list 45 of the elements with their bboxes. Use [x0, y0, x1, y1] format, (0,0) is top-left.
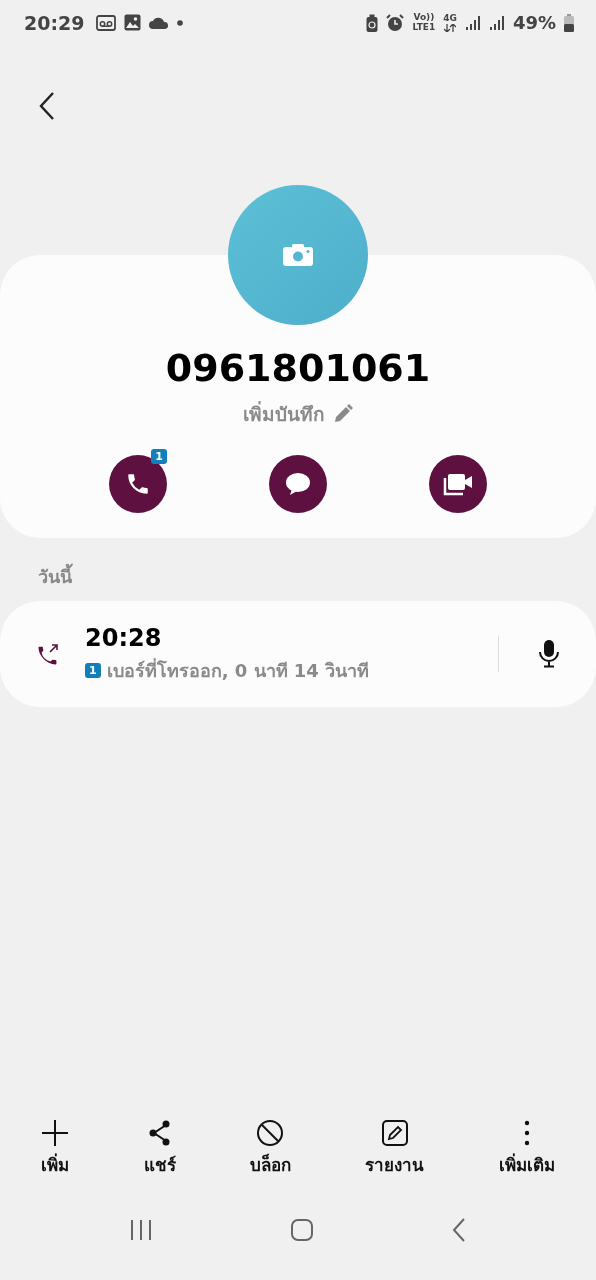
signal-icon — [488, 14, 505, 31]
call-time: 20:28 — [85, 623, 162, 652]
lte-label: LTE1 — [412, 23, 436, 32]
plus-icon — [41, 1119, 70, 1147]
camera-icon — [283, 244, 313, 266]
back-icon — [38, 91, 56, 121]
more-icon — [523, 1119, 530, 1147]
battery-saver-icon — [366, 13, 379, 32]
chat-bubble-icon — [284, 470, 312, 498]
sim-badge: 1 — [151, 449, 167, 464]
video-camera-icon — [443, 472, 473, 496]
sim-badge: 1 — [85, 662, 101, 678]
battery-percent: 49% — [512, 12, 556, 33]
pencil-square-icon — [380, 1119, 409, 1147]
data-arrows-icon — [444, 23, 457, 32]
call-log-item[interactable]: 20:28 1 เบอร์ที่โทรออก, 0 นาที 14 วินาที — [0, 601, 596, 707]
section-header: วันนี้ — [38, 562, 596, 591]
image-icon — [124, 14, 142, 31]
more-button[interactable]: เพิ่มเติม — [498, 1119, 555, 1178]
recording-button[interactable] — [538, 640, 560, 668]
status-time: 20:29 — [24, 11, 85, 34]
back-nav-button[interactable] — [451, 1217, 468, 1243]
block-icon — [256, 1119, 285, 1147]
phone-icon — [125, 471, 151, 497]
cloud-icon — [149, 16, 170, 29]
microphone-icon — [538, 640, 560, 668]
alarm-icon — [386, 13, 405, 32]
dot-icon — [177, 19, 184, 26]
message-button[interactable] — [269, 455, 327, 513]
battery-icon — [564, 13, 574, 32]
share-button[interactable]: แชร์ — [143, 1119, 176, 1178]
signal-icon — [464, 14, 481, 31]
call-detail: เบอร์ที่โทรออก, 0 นาที 14 วินาที — [106, 657, 370, 683]
recent-apps-button[interactable] — [128, 1219, 153, 1241]
network-label: 4G — [443, 13, 457, 23]
add-button[interactable]: เพิ่ม — [41, 1119, 70, 1178]
report-button[interactable]: รายงาน — [365, 1119, 425, 1178]
video-call-button[interactable] — [429, 455, 487, 513]
outgoing-call-icon — [36, 642, 60, 666]
phone-number: 0961801061 — [165, 345, 431, 391]
pencil-icon — [333, 404, 353, 424]
block-button[interactable]: บล็อก — [249, 1119, 291, 1178]
voicemail-icon — [96, 14, 117, 31]
volte-label: Vo)) — [413, 13, 435, 22]
home-button[interactable] — [290, 1218, 314, 1242]
